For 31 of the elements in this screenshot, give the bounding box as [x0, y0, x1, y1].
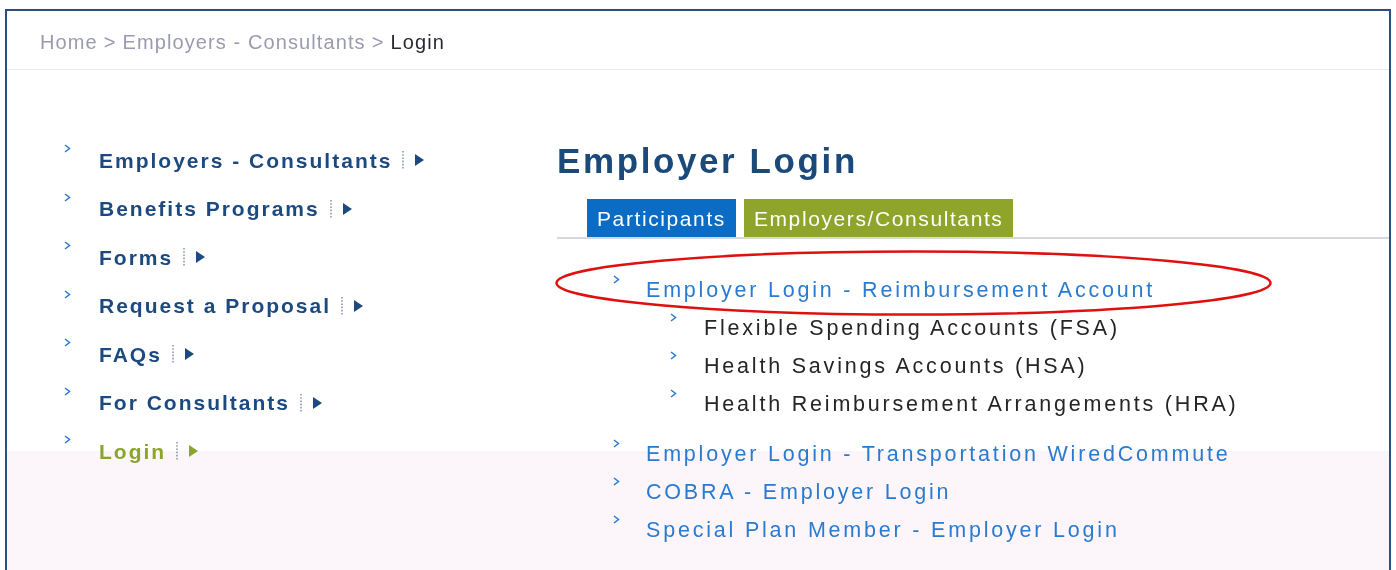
sidebar-item[interactable]: Forms [99, 241, 174, 273]
chevron-icon [64, 386, 71, 396]
tab[interactable]: Participants [587, 198, 736, 237]
chevron-icon [670, 351, 677, 360]
chevron-icon [64, 338, 71, 347]
chevron-icon [64, 144, 71, 153]
chevron-icon [64, 435, 71, 444]
chevron-icon [64, 241, 71, 250]
chevron-icon [670, 389, 677, 398]
chevron-icon [613, 275, 620, 284]
page-title: Employer Login [557, 142, 859, 181]
breadcrumb-item: Login [390, 31, 445, 53]
sidebar-item[interactable]: FAQs [99, 338, 162, 370]
plan-link[interactable]: Health Reimbursement Arrangements (HRA) [704, 387, 1239, 421]
chevron-icon [670, 313, 677, 322]
login-link[interactable]: Employer Login - Transportation WiredCommute [646, 437, 1231, 471]
breadcrumb-separator: > [103, 31, 117, 53]
chevron-icon [613, 515, 620, 524]
chevron-icon [613, 439, 620, 448]
login-link[interactable]: COBRA - Employer Login [646, 475, 952, 509]
plan-link[interactable]: Health Savings Accounts (HSA) [704, 349, 1088, 383]
sidebar-item[interactable]: Request a Proposal [99, 290, 332, 322]
sidebar-item[interactable]: Employers - Consultants [99, 144, 393, 176]
chevron-icon [64, 289, 71, 299]
breadcrumb-separator: > [371, 31, 385, 53]
plan-link[interactable]: Flexible Spending Accounts (FSA) [704, 311, 1120, 345]
login-link[interactable]: Special Plan Member - Employer Login [646, 513, 1120, 547]
chevron-icon [613, 477, 620, 486]
sidebar-item[interactable]: Benefits Programs [99, 193, 320, 225]
chevron-icon [64, 192, 71, 202]
sidebar-item[interactable]: For Consultants [99, 387, 290, 419]
